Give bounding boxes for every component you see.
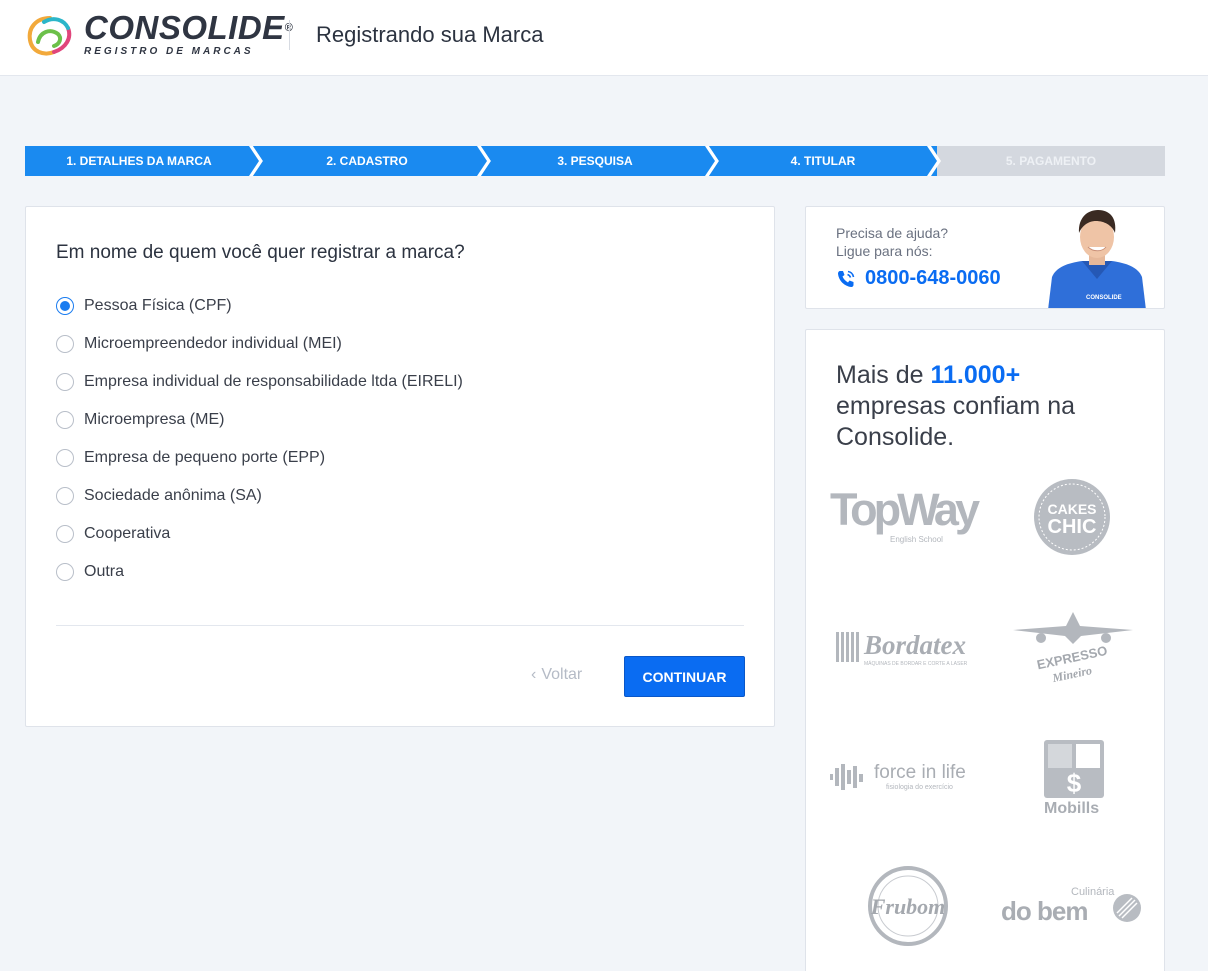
brand-logo-cakes-chic: CAKES CHIC (1032, 477, 1112, 557)
do-bem-wordmark: do bem (1001, 896, 1088, 926)
cakes-chic-bottom: CHIC (1048, 516, 1097, 538)
radio-button[interactable] (56, 297, 74, 315)
entity-type-options: Pessoa Física (CPF) Microempreendedor in… (56, 287, 463, 591)
brand-logo-frubom: Frubom (862, 866, 954, 946)
step-label: 3. PESQUISA (557, 154, 633, 168)
back-button[interactable]: ‹ Voltar (531, 666, 582, 684)
bordatex-stripes-icon (836, 632, 859, 662)
force-subtitle: fisiologia do exercício (886, 784, 953, 791)
step-label: 4. TITULAR (790, 154, 856, 168)
option-eireli[interactable]: Empresa individual de responsabilidade l… (56, 363, 463, 401)
form-question: Em nome de quem você quer registrar a ma… (56, 242, 465, 263)
step-label: 2. CADASTRO (326, 154, 408, 168)
chevron-left-icon: ‹ (531, 666, 537, 683)
option-me[interactable]: Microempresa (ME) (56, 401, 463, 439)
step-detalhes-da-marca[interactable]: 1. DETALHES DA MARCA (25, 146, 253, 176)
help-subtext: Ligue para nós: (836, 243, 933, 259)
option-mei[interactable]: Microempreendedor individual (MEI) (56, 325, 463, 363)
option-pessoa-fisica[interactable]: Pessoa Física (CPF) (56, 287, 463, 325)
brand-logo-bordatex: Bordatex MÁQUINAS DE BORDAR E CORTE A LA… (834, 630, 984, 670)
step-label: 1. DETALHES DA MARCA (66, 154, 212, 168)
frubom-badge-icon: Frubom (868, 866, 948, 946)
force-wordmark: force in life (874, 762, 966, 783)
option-label: Sociedade anônima (SA) (84, 487, 262, 504)
option-epp[interactable]: Empresa de pequeno porte (EPP) (56, 439, 463, 477)
radio-button[interactable] (56, 449, 74, 467)
topway-subtitle: English School (890, 535, 943, 544)
progress-steps: 1. DETALHES DA MARCA 2. CADASTRO 3. PESQ… (25, 146, 1165, 176)
cakes-chic-top: CAKES (1047, 501, 1096, 517)
phone-number: 0800-648-0060 (865, 267, 1001, 289)
option-sa[interactable]: Sociedade anônima (SA) (56, 477, 463, 515)
step-separator-icon (249, 146, 267, 176)
entity-type-form: Em nome de quem você quer registrar a ma… (25, 206, 775, 727)
mobills-wallet-icon: $ (1044, 740, 1104, 798)
option-label: Microempresa (ME) (84, 411, 225, 428)
pulse-icon (830, 764, 863, 790)
header-divider (289, 20, 290, 50)
topway-wordmark: TopWay (830, 484, 980, 535)
radio-button[interactable] (56, 563, 74, 581)
option-label: Cooperativa (84, 525, 171, 542)
radio-button[interactable] (56, 373, 74, 391)
option-label: Empresa de pequeno porte (EPP) (84, 449, 326, 466)
continue-button[interactable]: CONTINUAR (624, 656, 745, 697)
logo-name: CONSOLIDE (84, 9, 285, 46)
form-divider (56, 625, 744, 626)
trust-headline: Mais de 11.000+ empresas confiam na Cons… (836, 360, 1126, 453)
option-label: Outra (84, 563, 125, 580)
trust-count: 11.000+ (930, 361, 1021, 389)
option-label: Pessoa Física (CPF) (84, 297, 232, 314)
whisk-icon (1113, 894, 1141, 922)
option-label: Microempreendedor individual (MEI) (84, 335, 342, 352)
trust-suffix: empresas confiam na Consolide. (836, 392, 1076, 451)
brand-logo-topway: TopWay English School (830, 485, 990, 555)
top-header: CONSOLIDE® REGISTRO DE MARCAS Registrand… (0, 0, 1208, 76)
step-separator-icon (923, 146, 941, 176)
radio-button[interactable] (56, 335, 74, 353)
brand-logo-force-in-life: force in life fisiologia do exercício (830, 760, 990, 800)
trust-prefix: Mais de (836, 361, 931, 389)
radio-button[interactable] (56, 411, 74, 429)
support-agent-photo: CONSOLIDE (1048, 210, 1146, 308)
radio-button[interactable] (56, 487, 74, 505)
frubom-wordmark: Frubom (870, 894, 946, 919)
svg-text:$: $ (1067, 768, 1082, 798)
option-label: Empresa individual de responsabilidade l… (84, 373, 463, 390)
cakes-chic-badge-icon: CAKES CHIC (1034, 479, 1110, 555)
airplane-icon: EXPRESSO Mineiro (1013, 612, 1133, 685)
option-cooperativa[interactable]: Cooperativa (56, 515, 463, 553)
radio-button[interactable] (56, 525, 74, 543)
step-separator-icon (477, 146, 495, 176)
logo-swirl-icon (27, 16, 72, 56)
consolide-logo[interactable]: CONSOLIDE® REGISTRO DE MARCAS (24, 10, 293, 62)
step-separator-icon (705, 146, 723, 176)
step-label: 5. PAGAMENTO (1005, 154, 1097, 168)
brand-logo-expresso-mineiro: EXPRESSO Mineiro (1011, 608, 1136, 688)
back-label: Voltar (541, 666, 583, 683)
shirt-logo: CONSOLIDE (1086, 295, 1122, 301)
logo-subtitle: REGISTRO DE MARCAS (84, 46, 254, 57)
step-pagamento[interactable]: 5. PAGAMENTO (937, 146, 1165, 176)
step-cadastro[interactable]: 2. CADASTRO (253, 146, 481, 176)
help-text: Precisa de ajuda? (836, 225, 949, 241)
step-titular[interactable]: 4. TITULAR (709, 146, 937, 176)
trust-card: Mais de 11.000+ empresas confiam na Cons… (805, 329, 1165, 971)
bordatex-subtitle: MÁQUINAS DE BORDAR E CORTE A LASER (864, 661, 968, 667)
brand-logo-do-bem: Culinária do bem (1001, 886, 1146, 931)
help-card: Precisa de ajuda? Ligue para nós: 0800-6… (805, 206, 1165, 309)
bordatex-wordmark: Bordatex (864, 630, 967, 660)
brand-logo-mobills: $ Mobills (1042, 738, 1106, 820)
mobills-wordmark: Mobills (1044, 800, 1100, 817)
page-title: Registrando sua Marca (316, 22, 544, 47)
step-pesquisa[interactable]: 3. PESQUISA (481, 146, 709, 176)
option-outra[interactable]: Outra (56, 553, 463, 591)
phone-icon (838, 270, 855, 287)
phone-link[interactable]: 0800-648-0060 (836, 267, 1001, 290)
